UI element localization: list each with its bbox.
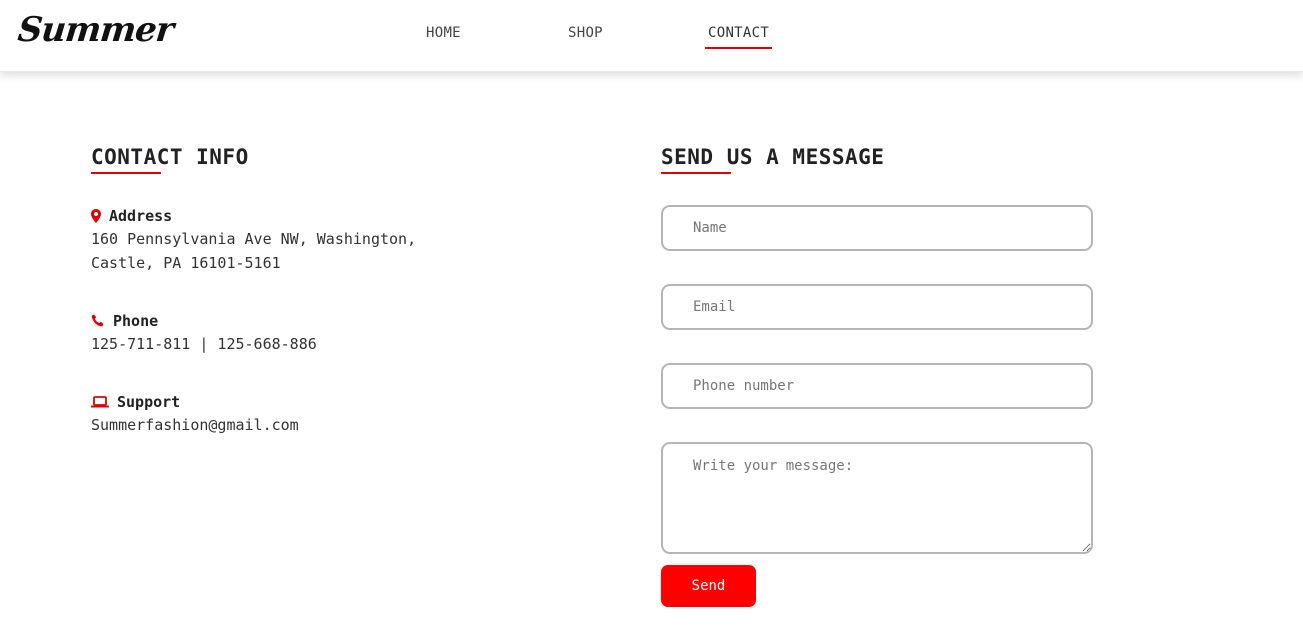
- send-button[interactable]: Send: [661, 565, 756, 607]
- map-pin-icon: [91, 209, 101, 223]
- nav-contact-link[interactable]: CONTACT: [704, 25, 773, 49]
- message-form-title: SEND US A MESSAGE: [661, 145, 885, 174]
- phone-number-input[interactable]: [661, 363, 1093, 409]
- support-heading: Support: [91, 393, 299, 411]
- address-heading: Address: [91, 207, 416, 225]
- contact-info-title: CONTACT INFO: [91, 145, 249, 174]
- support-block: Support Summerfashion@gmail.com: [91, 393, 299, 437]
- brand-logo[interactable]: Summer: [16, 10, 175, 50]
- title-underline: [661, 172, 731, 174]
- phone-icon: [91, 314, 105, 328]
- name-input[interactable]: [661, 205, 1093, 251]
- support-label: Support: [117, 393, 181, 411]
- title-underline: [91, 172, 161, 174]
- nav-shop-link[interactable]: SHOP: [568, 25, 603, 41]
- address-block: Address 160 Pennsylvania Ave NW, Washing…: [91, 207, 416, 275]
- site-header: Summer HOME SHOP CONTACT: [0, 0, 1303, 72]
- nav-home-link[interactable]: HOME: [426, 25, 461, 41]
- address-line-1: 160 Pennsylvania Ave NW, Washington,: [91, 230, 417, 248]
- email-input[interactable]: [661, 284, 1093, 330]
- address-line-2: Castle, PA 16101-5161: [91, 254, 281, 272]
- message-form-title-text: SEND US A MESSAGE: [661, 145, 885, 169]
- phone-value: 125-711-811 | 125-668-886: [91, 335, 317, 353]
- contact-info-title-text: CONTACT INFO: [91, 145, 249, 169]
- support-email[interactable]: Summerfashion@gmail.com: [91, 413, 299, 437]
- phone-label: Phone: [113, 312, 159, 330]
- address-text: 160 Pennsylvania Ave NW, Washington, Cas…: [91, 227, 416, 275]
- phone-block: Phone 125-711-811 | 125-668-886: [91, 312, 317, 356]
- laptop-icon: [91, 396, 109, 408]
- address-label: Address: [109, 207, 173, 225]
- phone-heading: Phone: [91, 312, 317, 330]
- message-textarea[interactable]: [661, 442, 1093, 554]
